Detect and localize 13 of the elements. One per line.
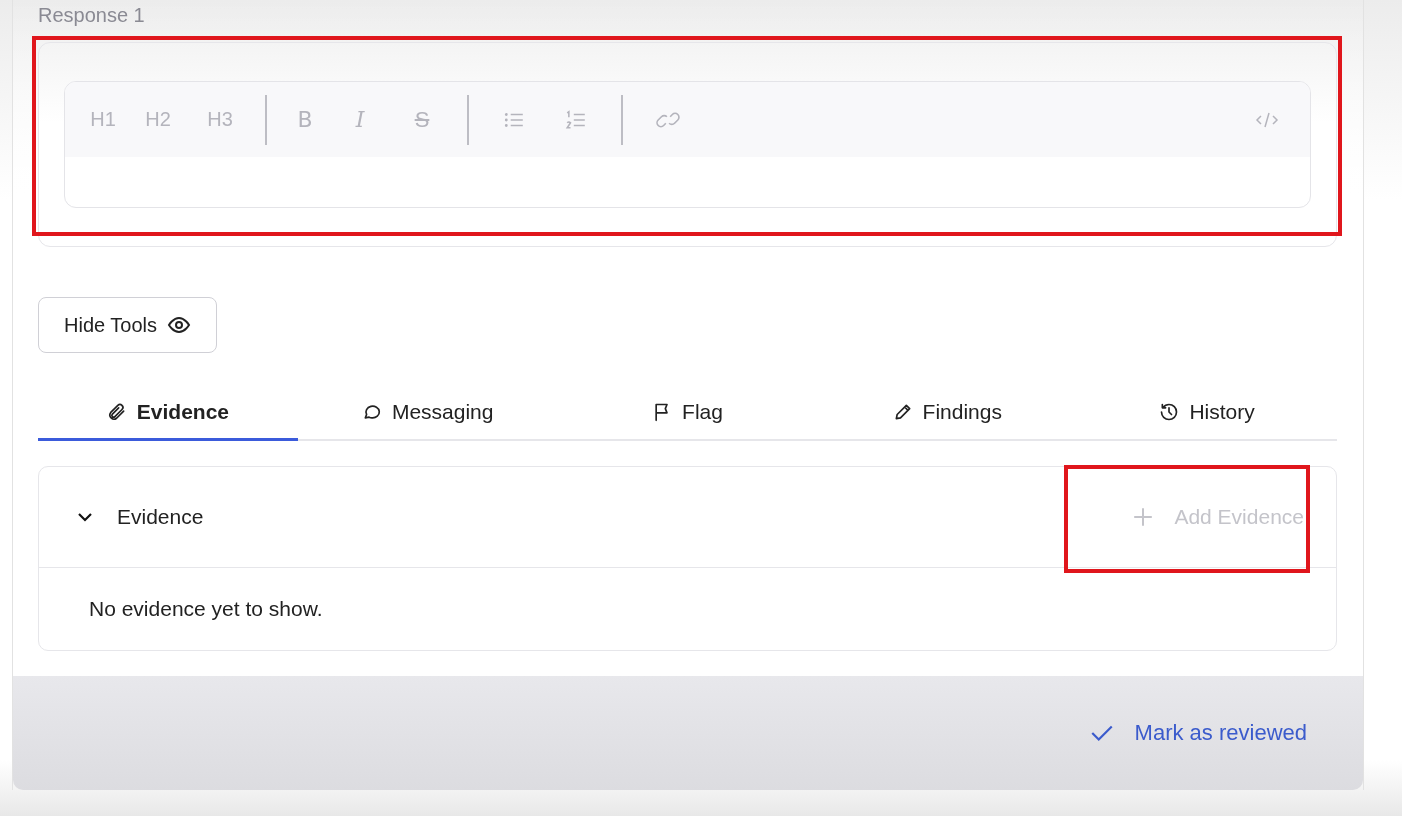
section-label: Response 1 bbox=[38, 3, 146, 28]
mark-as-reviewed-button[interactable]: Mark as reviewed bbox=[1082, 719, 1313, 747]
history-icon bbox=[1159, 401, 1180, 422]
tab[interactable]: History bbox=[1077, 385, 1337, 441]
tab[interactable]: Evidence bbox=[38, 385, 298, 441]
empty-message: No evidence yet to show. bbox=[89, 597, 323, 621]
tab[interactable]: Findings bbox=[817, 385, 1078, 441]
tab[interactable]: Messaging bbox=[297, 385, 558, 441]
plus-icon bbox=[1132, 506, 1155, 528]
hide-tools-button[interactable]: Hide Tools bbox=[38, 297, 218, 353]
panel-title: Evidence bbox=[117, 505, 204, 529]
paperclip-icon bbox=[106, 401, 127, 422]
tab[interactable]: Flag bbox=[557, 385, 818, 441]
